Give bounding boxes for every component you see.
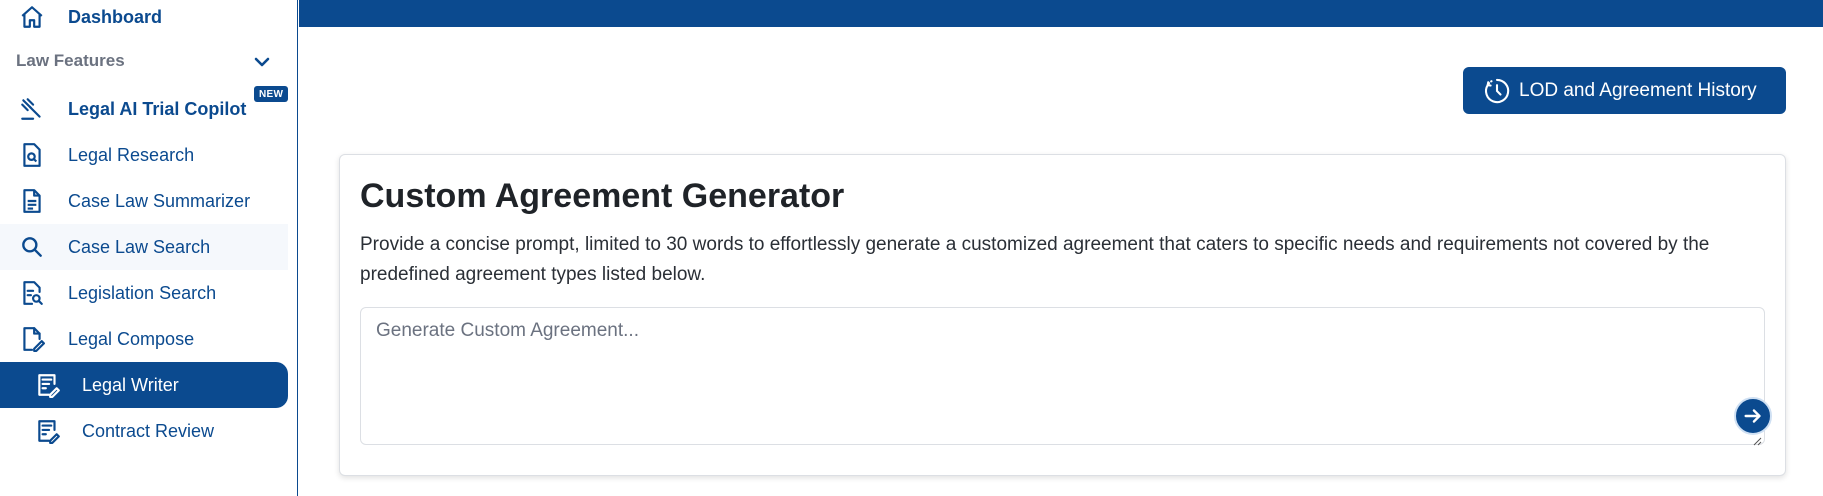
sidebar-item-label: Dashboard <box>68 6 163 27</box>
home-icon <box>18 3 46 31</box>
submit-button[interactable] <box>1734 397 1772 435</box>
document-lines-icon <box>18 187 46 215</box>
generator-description: Provide a concise prompt, limited to 30 … <box>360 234 1710 285</box>
document-magnify-icon <box>18 279 46 307</box>
sidebar-item-label: Legislation Search <box>68 282 217 303</box>
section-label: Law Features <box>16 51 125 70</box>
sidebar-item-dashboard[interactable]: Dashboard <box>0 0 288 40</box>
history-button[interactable]: LOD and Agreement History <box>1463 67 1786 114</box>
prompt-box <box>360 307 1765 445</box>
document-pen-icon <box>18 325 46 353</box>
agreement-prompt-input[interactable] <box>361 308 1764 444</box>
top-bar <box>299 0 1823 27</box>
resize-handle-icon[interactable] <box>1752 433 1762 446</box>
chevron-down-icon <box>250 50 274 74</box>
custom-agreement-card: Custom Agreement Generator Provide a con… <box>339 154 1786 476</box>
document-search-icon <box>18 141 46 169</box>
clock-history-icon <box>1483 77 1511 105</box>
sidebar-item-legal-compose[interactable]: Legal Compose <box>0 316 288 362</box>
writer-icon <box>34 371 62 399</box>
sidebar-item-legal-research[interactable]: Legal Research <box>0 132 288 178</box>
history-button-label: LOD and Agreement History <box>1519 79 1757 101</box>
sidebar-item-label: Legal Research <box>68 144 195 165</box>
search-icon <box>18 233 46 261</box>
sidebar-item-legal-writer[interactable]: Legal Writer <box>0 362 288 408</box>
sidebar-item-case-law-summarizer[interactable]: Case Law Summarizer <box>0 178 288 224</box>
sidebar-item-label: Legal Compose <box>68 328 195 349</box>
page-title: Custom Agreement Generator <box>360 177 845 215</box>
sidebar-item-legal-ai-trial-copilot[interactable]: Legal AI Trial Copilot <box>0 86 288 132</box>
sidebar-item-label: Case Law Search <box>68 236 211 257</box>
sidebar-item-label: Case Law Summarizer <box>68 190 251 211</box>
sidebar-item-label: Contract Review <box>82 420 215 441</box>
sidebar-item-label: Legal AI Trial Copilot <box>68 98 247 119</box>
sidebar-item-legislation-search[interactable]: Legislation Search <box>0 270 288 316</box>
sidebar-item-label: Legal Writer <box>82 374 179 395</box>
contract-icon <box>34 417 62 445</box>
gavel-icon <box>18 95 46 123</box>
law-features-section-toggle[interactable]: Law Features <box>0 44 288 78</box>
arrow-right-icon <box>1742 405 1764 427</box>
sidebar-item-case-law-search[interactable]: Case Law Search <box>0 224 288 270</box>
sidebar-item-contract-review[interactable]: Contract Review <box>0 408 288 454</box>
sidebar: Dashboard Law Features NEW Legal AI Tria… <box>0 0 298 496</box>
